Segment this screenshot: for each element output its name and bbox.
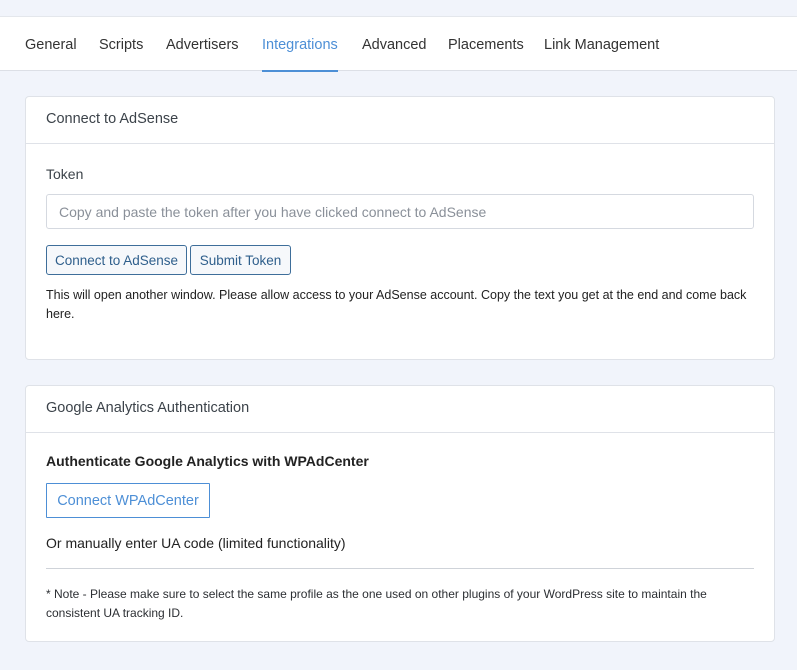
analytics-note: * Note - Please make sure to select the … (46, 587, 707, 620)
analytics-divider (46, 568, 754, 569)
tab-advanced[interactable]: Advanced (362, 17, 427, 71)
manual-ua-text: Or manually enter UA code (limited funct… (46, 535, 346, 551)
tab-general[interactable]: General (25, 17, 77, 71)
analytics-card-header: Google Analytics Authentication (26, 386, 774, 433)
analytics-auth-title: Authenticate Google Analytics with WPAdC… (46, 453, 369, 469)
submit-token-button[interactable]: Submit Token (190, 245, 291, 275)
tab-advertisers[interactable]: Advertisers (166, 17, 239, 71)
token-label: Token (46, 166, 84, 182)
token-input[interactable] (46, 194, 754, 229)
tab-integrations[interactable]: Integrations (262, 17, 338, 72)
adsense-help-text: This will open another window. Please al… (46, 288, 747, 321)
connect-wpadcenter-button[interactable]: Connect WPAdCenter (46, 483, 210, 518)
adsense-card-header: Connect to AdSense (26, 97, 774, 144)
tab-placements[interactable]: Placements (448, 17, 524, 71)
adsense-card: Connect to AdSense Token Connect to AdSe… (25, 96, 775, 360)
analytics-card: Google Analytics Authentication Authenti… (25, 385, 775, 642)
tab-scripts[interactable]: Scripts (99, 17, 143, 71)
settings-tab-bar: General Scripts Advertisers Integrations… (0, 16, 797, 72)
connect-to-adsense-button[interactable]: Connect to AdSense (46, 245, 187, 275)
tab-link-management[interactable]: Link Management (544, 17, 659, 71)
